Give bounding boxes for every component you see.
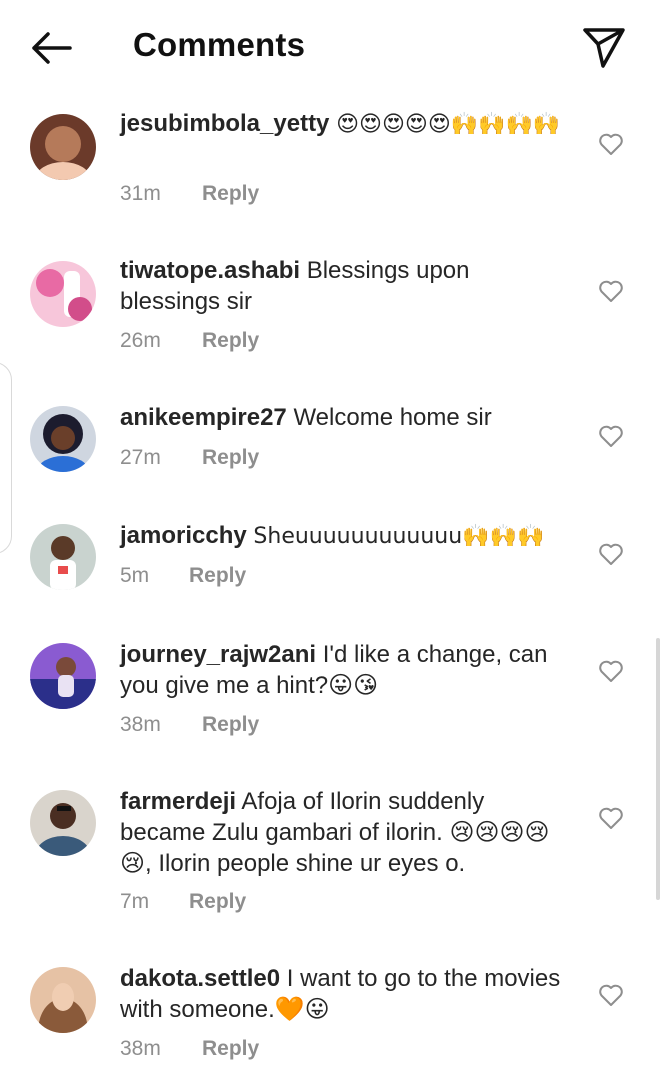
comment-text: farmerdeji Afoja of Ilorin suddenly beca… bbox=[120, 786, 575, 879]
comment-time: 5m bbox=[120, 564, 150, 587]
like-button[interactable] bbox=[598, 659, 624, 683]
avatar[interactable] bbox=[30, 261, 96, 327]
heart-outline-icon bbox=[599, 543, 623, 565]
comment-text: anikeempire27 Welcome home sir bbox=[120, 402, 575, 433]
comment-text: jesubimbola_yetty 😍😍😍😍😍🙌🙌🙌🙌 bbox=[120, 108, 575, 140]
comment-text: jamoricchy Sheuuuuuuuuuuuu🙌🙌🙌 bbox=[120, 520, 575, 552]
reply-button[interactable]: Reply bbox=[202, 329, 259, 353]
comment-time: 26m bbox=[120, 329, 161, 352]
like-button[interactable] bbox=[598, 983, 624, 1007]
like-button[interactable] bbox=[598, 132, 624, 156]
like-button[interactable] bbox=[598, 542, 624, 566]
comment-time: 38m bbox=[120, 713, 161, 736]
comment-time: 38m bbox=[120, 1037, 161, 1060]
comment-meta: 26m Reply bbox=[120, 329, 259, 353]
heart-outline-icon bbox=[599, 807, 623, 829]
reply-button[interactable]: Reply bbox=[202, 713, 259, 737]
reply-button[interactable]: Reply bbox=[189, 564, 246, 588]
heart-outline-icon bbox=[599, 660, 623, 682]
comment-body: 😍😍😍😍😍🙌🙌🙌🙌 bbox=[336, 112, 561, 137]
avatar[interactable] bbox=[30, 406, 96, 472]
comment-time: 31m bbox=[120, 182, 161, 205]
like-button[interactable] bbox=[598, 806, 624, 830]
comment-username[interactable]: dakota.settle0 bbox=[120, 965, 280, 992]
comment-body: Welcome home sir bbox=[293, 404, 492, 431]
comment-username[interactable]: jamoricchy bbox=[120, 522, 247, 549]
avatar[interactable] bbox=[30, 524, 96, 590]
reply-button[interactable]: Reply bbox=[202, 1037, 259, 1061]
comment-body: Sheuuuuuuuuuuuu🙌🙌🙌 bbox=[253, 524, 545, 549]
reply-button[interactable]: Reply bbox=[189, 890, 246, 914]
side-edge-tab[interactable] bbox=[0, 362, 12, 554]
page-title: Comments bbox=[133, 26, 306, 63]
comment-username[interactable]: journey_rajw2ani bbox=[120, 641, 316, 668]
like-button[interactable] bbox=[598, 424, 624, 448]
paper-plane-icon bbox=[583, 28, 625, 68]
reply-button[interactable]: Reply bbox=[202, 446, 259, 470]
comment-username[interactable]: anikeempire27 bbox=[120, 404, 287, 431]
comment-username[interactable]: jesubimbola_yetty bbox=[120, 110, 329, 137]
comment-meta: 38m Reply bbox=[120, 713, 259, 737]
heart-outline-icon bbox=[599, 280, 623, 302]
avatar[interactable] bbox=[30, 643, 96, 709]
comment-text: journey_rajw2ani I'd like a change, can … bbox=[120, 639, 575, 701]
comment-username[interactable]: tiwatope.ashabi bbox=[120, 257, 300, 284]
header-bar: Comments bbox=[0, 0, 662, 94]
share-button[interactable] bbox=[580, 24, 628, 70]
back-button[interactable] bbox=[28, 24, 76, 72]
comment-text: tiwatope.ashabi Blessings upon blessings… bbox=[120, 255, 575, 317]
heart-outline-icon bbox=[599, 984, 623, 1006]
comment-meta: 38m Reply bbox=[120, 1037, 259, 1061]
avatar[interactable] bbox=[30, 967, 96, 1033]
like-button[interactable] bbox=[598, 279, 624, 303]
comment-time: 7m bbox=[120, 890, 150, 913]
comment-meta: 27m Reply bbox=[120, 446, 259, 470]
heart-outline-icon bbox=[599, 425, 623, 447]
scrollbar[interactable] bbox=[656, 638, 660, 900]
comment-meta: 31m Reply bbox=[120, 182, 259, 206]
comment-time: 27m bbox=[120, 446, 161, 469]
comment-meta: 7m Reply bbox=[120, 890, 246, 914]
heart-outline-icon bbox=[599, 133, 623, 155]
reply-button[interactable]: Reply bbox=[202, 182, 259, 206]
arrow-left-icon bbox=[32, 32, 72, 64]
avatar[interactable] bbox=[30, 790, 96, 856]
comment-text: dakota.settle0 I want to go to the movie… bbox=[120, 963, 575, 1025]
comment-username[interactable]: farmerdeji bbox=[120, 788, 236, 815]
comment-meta: 5m Reply bbox=[120, 564, 246, 588]
avatar[interactable] bbox=[30, 114, 96, 180]
